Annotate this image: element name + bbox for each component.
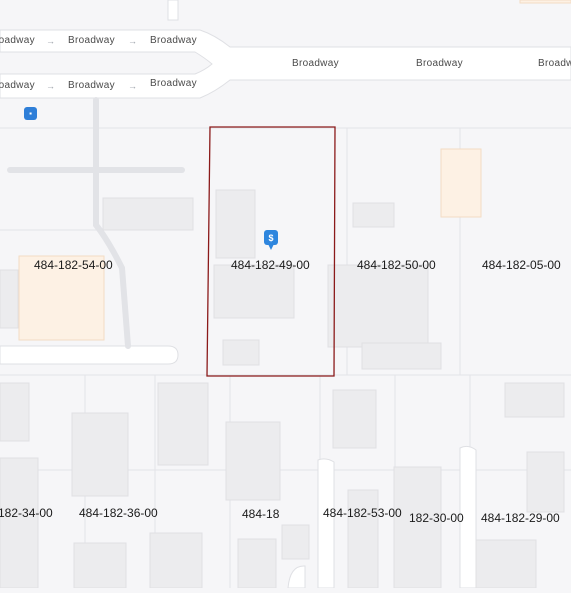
parcel-label[interactable]: 484-18 (242, 507, 279, 521)
bus-stop-icon[interactable]: ▪ (24, 107, 37, 120)
parcel-label[interactable]: 484-182-29-00 (481, 511, 560, 525)
parcel-label-selected[interactable]: 484-182-49-00 (231, 258, 310, 272)
direction-arrow-icon: → (46, 36, 55, 46)
parcel-label[interactable]: 484-182-53-00 (323, 506, 402, 520)
marker-pointer (268, 244, 274, 250)
road-label: Broadway (0, 80, 35, 91)
dollar-marker-icon[interactable]: $ (264, 230, 278, 245)
road-label: Broadway (416, 58, 463, 69)
road-label: Broadway (68, 80, 115, 91)
parcel-label[interactable]: 484-182-05-00 (482, 258, 561, 272)
road-label: Broadway (538, 58, 571, 69)
parcel-label[interactable]: 484-182-54-00 (34, 258, 113, 272)
road-label: Broadway (292, 58, 339, 69)
parcel-label[interactable]: 182-34-00 (0, 506, 53, 520)
parcel-label[interactable]: 484-182-36-00 (79, 506, 158, 520)
parcel-label[interactable]: 484-182-50-00 (357, 258, 436, 272)
direction-arrow-icon: → (128, 81, 137, 91)
parcel-map[interactable]: Broadway Broadway Broadway → → Broadway … (0, 0, 571, 589)
parcel-label[interactable]: 182-30-00 (409, 511, 464, 525)
direction-arrow-icon: → (46, 81, 55, 91)
road-label: Broadway (150, 35, 197, 46)
road-label: Broadway (68, 35, 115, 46)
road-label: Broadway (150, 78, 197, 89)
direction-arrow-icon: → (128, 36, 137, 46)
road-label: Broadway (0, 35, 35, 46)
